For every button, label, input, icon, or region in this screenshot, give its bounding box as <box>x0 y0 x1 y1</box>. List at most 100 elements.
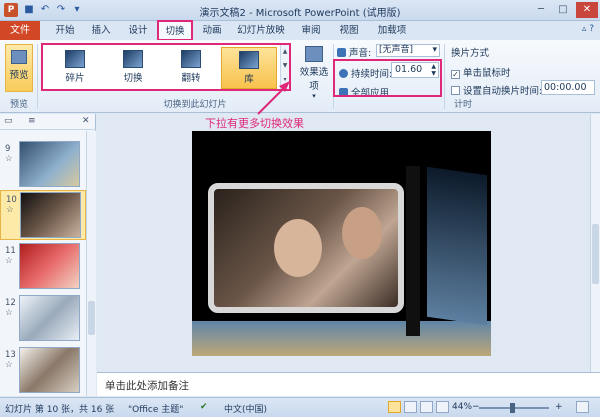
scrollbar-thumb[interactable] <box>592 224 599 284</box>
slide-thumbnail-image <box>19 347 80 393</box>
auto-advance-time-input[interactable]: 00:00.00 <box>541 80 595 95</box>
normal-view-icon[interactable] <box>388 401 401 413</box>
spellcheck-icon[interactable]: ✔ <box>200 402 208 412</box>
tab-animations[interactable]: 动画 <box>197 21 227 40</box>
auto-advance-label: 设置自动换片时间: <box>463 86 543 97</box>
window-title: 演示文稿2 - Microsoft PowerPoint (试用版) <box>199 8 401 19</box>
slide-background-ground <box>192 321 491 356</box>
effect-options-label: 效果选项 <box>299 67 329 92</box>
slide-thumbnail[interactable]: 12 ☆ <box>0 294 86 344</box>
transition-gallery[interactable]: 碎片 切换 翻转 库 ▲ ▼ ▾ <box>41 43 291 91</box>
editor-scrollbar[interactable] <box>590 114 600 372</box>
effect-options-icon <box>305 46 323 62</box>
current-slide[interactable] <box>192 131 491 356</box>
transition-label: 切换 <box>123 73 143 84</box>
slides-pane: ▭ ≡ ✕ 9 ☆ 10 ☆ 11 ☆ 12 ☆ 13 ☆ <box>0 114 96 396</box>
slide-number: 12 ☆ <box>5 298 16 318</box>
flip-icon <box>181 50 201 68</box>
switch-icon <box>123 50 143 68</box>
slides-pane-scrollbar[interactable] <box>86 131 96 396</box>
minimize-icon[interactable]: ─ <box>530 2 552 18</box>
title-bar: P ■ ↶ ↷ ▾ 演示文稿2 - Microsoft PowerPoint (… <box>0 0 600 21</box>
sound-label: 声音: <box>349 48 372 59</box>
sound-row: 声音: <box>337 45 371 59</box>
tab-addins[interactable]: 加载项 <box>372 21 412 40</box>
zoom-slider-thumb[interactable] <box>510 403 515 413</box>
help-icon[interactable]: ▵ ? <box>582 24 594 34</box>
slide-number: 9 ☆ <box>5 144 13 164</box>
chevron-down-icon: ▾ <box>432 45 437 55</box>
preview-icon <box>11 50 27 64</box>
advance-heading: 换片方式 <box>451 48 490 59</box>
slide-number: 10 ☆ <box>6 195 17 215</box>
on-click-checkbox[interactable]: ✓ <box>451 70 460 79</box>
tab-review[interactable]: 审阅 <box>296 21 326 40</box>
tab-slideshow[interactable]: 幻灯片放映 <box>232 21 290 40</box>
preview-label: 预览 <box>9 70 29 81</box>
reading-view-icon[interactable] <box>420 401 433 413</box>
slides-tab-icon[interactable]: ▭ <box>4 116 13 126</box>
notes-pane[interactable]: 单击此处添加备注 <box>97 372 600 396</box>
outline-tab-icon[interactable]: ≡ <box>28 116 36 126</box>
transition-flip[interactable]: 翻转 <box>163 47 219 89</box>
slide-thumbnail-image <box>19 295 80 341</box>
transition-switch[interactable]: 切换 <box>105 47 161 89</box>
auto-advance-checkbox[interactable] <box>451 86 460 95</box>
theme-name: "Office 主题" <box>128 405 184 415</box>
effect-options-button[interactable]: 效果选项 ▾ <box>297 44 331 100</box>
tab-home[interactable]: 开始 <box>50 21 80 40</box>
tab-insert[interactable]: 插入 <box>86 21 116 40</box>
tab-view[interactable]: 视图 <box>334 21 364 40</box>
slide-thumbnail-image <box>19 243 80 289</box>
on-click-label: 单击鼠标时 <box>463 68 511 79</box>
transitions-group-label: 切换到此幻灯片 <box>163 100 227 110</box>
slideshow-view-icon[interactable] <box>436 401 449 413</box>
scrollbar-thumb[interactable] <box>88 301 95 335</box>
sound-select[interactable]: [无声音] ▾ <box>376 44 440 57</box>
gallery-icon <box>239 51 259 69</box>
language[interactable]: 中文(中国) <box>224 402 267 415</box>
shred-icon <box>65 50 85 68</box>
slide-number: 11 ☆ <box>5 246 16 266</box>
slide-thumbnail[interactable]: 11 ☆ <box>0 242 86 292</box>
sound-icon <box>337 48 346 57</box>
slide-thumbnail[interactable]: 9 ☆ <box>0 140 86 190</box>
tab-transitions[interactable]: 切换 <box>157 20 193 41</box>
ribbon: 预览 预览 碎片 切换 翻转 库 ▲ ▼ ▾ 切换到此幻灯片 效果选项 ▾ 声音: … <box>0 40 600 113</box>
slide-thumbnail-image <box>19 141 80 187</box>
annotation-text: 下拉有更多切换效果 <box>205 117 304 130</box>
transition-label: 碎片 <box>65 73 85 84</box>
transition-label: 翻转 <box>181 73 201 84</box>
transition-shred[interactable]: 碎片 <box>47 47 103 89</box>
zoom-in-icon[interactable]: + <box>555 402 563 412</box>
slide-side-panel <box>427 166 487 326</box>
timing-annotation-box <box>333 59 442 97</box>
slide-divider <box>406 166 420 336</box>
pane-tabs: ▭ ≡ ✕ <box>0 114 96 130</box>
slide-photo[interactable] <box>208 183 404 313</box>
tab-design[interactable]: 设计 <box>123 21 153 40</box>
slide-count: 幻灯片 第 10 张，共 16 张 <box>5 405 115 415</box>
sorter-view-icon[interactable] <box>404 401 417 413</box>
tab-file[interactable]: 文件 <box>0 21 40 40</box>
slide-editor <box>97 114 591 372</box>
preview-button[interactable]: 预览 <box>5 44 33 92</box>
preview-group-label: 预览 <box>9 100 28 110</box>
auto-advance-checkbox-row[interactable]: 设置自动换片时间: <box>451 83 542 97</box>
zoom-level[interactable]: 44% <box>452 402 472 412</box>
fit-to-window-icon[interactable] <box>576 401 589 413</box>
slide-thumbnail-image <box>20 192 81 238</box>
maximize-icon[interactable]: □ <box>552 2 574 18</box>
slide-number: 13 ☆ <box>5 350 16 370</box>
close-pane-icon[interactable]: ✕ <box>82 116 90 126</box>
slide-thumbnail[interactable]: 13 ☆ <box>0 346 86 396</box>
on-click-checkbox-row[interactable]: ✓ 单击鼠标时 <box>451 65 511 79</box>
slide-thumbnail-selected[interactable]: 10 ☆ <box>0 190 86 240</box>
sound-value: [无声音] <box>379 45 414 55</box>
notes-placeholder: 单击此处添加备注 <box>105 380 189 392</box>
photo-face <box>274 219 322 277</box>
transition-gallery-item[interactable]: 库 <box>221 47 277 89</box>
gallery-more-scroll[interactable]: ▲ ▼ ▾ <box>280 45 289 89</box>
ribbon-tabs: 文件 开始 插入 设计 切换 动画 幻灯片放映 审阅 视图 加载项 ▵ ? <box>0 20 600 41</box>
close-icon[interactable]: ✕ <box>576 2 598 18</box>
